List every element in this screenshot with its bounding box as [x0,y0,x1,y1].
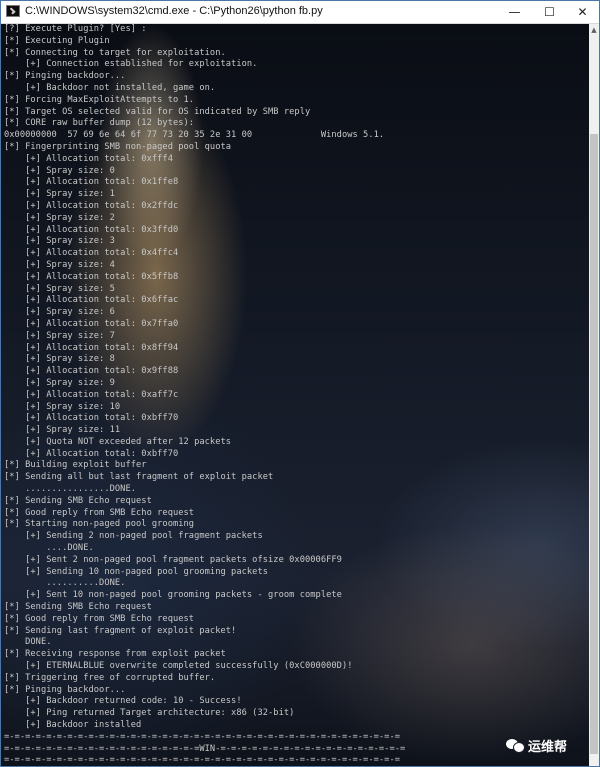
console-line: [*] Forcing MaxExploitAttempts to 1. [4,94,195,105]
console-line: [*] Pinging backdoor... [4,684,126,695]
watermark: 运维帮 [506,735,567,755]
console-line: [+] Allocation total: 0xaff7c [4,389,179,400]
console-line: [*] Executing Plugin [4,35,110,46]
console-line: [+] Sending 10 non-paged pool grooming p… [4,566,269,577]
console-line: [+] Sending 2 non-paged pool fragment pa… [4,531,263,542]
console-line: [+] Spray size: 5 [4,283,115,294]
console-line: [+] Allocation total: 0x1ffe8 [4,177,179,188]
wechat-icon [506,738,525,753]
console-line: [+] Spray size: 7 [4,330,115,341]
console-line: [*] Fingerprinting SMB non-paged pool qu… [4,141,232,152]
console-line: [+] ETERNALBLUE overwrite completed succ… [4,661,353,672]
window-title: C:\WINDOWS\system32\cmd.exe - C:\Python2… [25,5,323,17]
console-line: [+] Quota NOT exceeded after 12 packets [4,436,232,447]
console-line: [*] Connecting to target for exploitatio… [4,47,226,58]
vertical-scrollbar[interactable]: ▲ [589,24,599,766]
console-line: [*] Target OS selected valid for OS indi… [4,106,311,117]
console-line: [+] Allocation total: 0x2ffdc [4,200,179,211]
console-line: [*] CORE raw buffer dump (12 bytes): [4,118,195,129]
scroll-up-arrow-icon[interactable]: ▲ [589,24,599,36]
console-line: ....DONE. [4,543,94,554]
console-output[interactable]: [?] Execute Plugin? [Yes] : [*] Executing… [1,24,589,766]
console-line: [*] Triggering free of corrupted buffer. [4,672,216,683]
console-line: [+] Spray size: 6 [4,307,115,318]
console-line: [+] Ping returned Target architecture: x… [4,708,295,719]
console-line: [*] Building exploit buffer [4,460,147,471]
console-line: [+] Spray size: 0 [4,165,115,176]
console-line: [+] Allocation total: 0x7ffa0 [4,318,179,329]
title-bar[interactable]: C:\WINDOWS\system32\cmd.exe - C:\Python2… [1,1,599,24]
console-line: [+] Allocation total: 0x6ffac [4,295,179,306]
console-line: [+] Spray size: 11 [4,425,121,436]
console-line: [+] Allocation total: 0x8ff94 [4,342,179,353]
console-line: [+] Allocation total: 0xbff70 [4,448,179,459]
console-line: [+] Spray size: 4 [4,259,115,270]
console-line: [*] Good reply from SMB Echo request [4,613,195,624]
console-line: [*] Receiving response from exploit pack… [4,649,226,660]
console-line: [+] Sent 10 non-paged pool grooming pack… [4,590,342,601]
console-line: [*] Starting non-paged pool grooming [4,519,195,530]
watermark-text: 运维帮 [528,739,568,755]
console-line: [+] Spray size: 2 [4,212,115,223]
console-line: [?] Execute Plugin? [Yes] : [4,24,147,34]
console-line: [*] Sending last fragment of exploit pac… [4,625,237,636]
console-line: 0x00000000 57 69 6e 64 6f 77 73 20 35 2e… [4,130,385,141]
console-line: [+] Allocation total: 0xbff70 [4,413,179,424]
console-lines: [?] Execute Plugin? [Yes] : [*] Executing… [4,24,406,766]
console-line: [+] Allocation total: 0xfff4 [4,153,173,164]
console-line: [*] Pinging backdoor... [4,71,126,82]
console-line: [+] Spray size: 8 [4,354,115,365]
console-line: [*] Sending SMB Echo request [4,495,152,506]
console-line: =-=-=-=-=-=-=-=-=-=-=-=-=-=-=-=-=-=-=-=-… [4,731,401,742]
console-line: [+] Backdoor installed [4,720,142,731]
maximize-button[interactable]: ☐ [533,1,566,23]
console-line: =-=-=-=-=-=-=-=-=-=-=-=-=-=-=-=-=-=-=WIN… [4,743,406,754]
console-line: [+] Allocation total: 0x9ff88 [4,366,179,377]
console-line: [+] Sent 2 non-paged pool fragment packe… [4,554,342,565]
console-line: [+] Backdoor returned code: 10 - Success… [4,696,242,707]
console-line: [+] Spray size: 3 [4,236,115,247]
cmd-icon [6,5,20,17]
minimize-button[interactable]: — [498,1,531,23]
console-line: [+] Allocation total: 0x4ffc4 [4,248,179,259]
console-line: [*] Sending SMB Echo request [4,602,152,613]
console-line: =-=-=-=-=-=-=-=-=-=-=-=-=-=-=-=-=-=-=-=-… [4,755,401,766]
console-line: ................DONE. [4,484,137,495]
console-line: [+] Spray size: 10 [4,401,121,412]
console-line: [+] Connection established for exploitat… [4,59,258,70]
console-line: [+] Allocation total: 0x5ffb8 [4,271,179,282]
console-line: [+] Spray size: 9 [4,377,115,388]
console-window: C:\WINDOWS\system32\cmd.exe - C:\Python2… [0,0,600,767]
console-line: [+] Allocation total: 0x3ffd0 [4,224,179,235]
console-line: DONE. [4,637,52,648]
console-line: [+] Backdoor not installed, game on. [4,82,216,93]
console-line: ..........DONE. [4,578,126,589]
console-line: [*] Good reply from SMB Echo request [4,507,195,518]
scrollbar-thumb[interactable] [590,134,598,754]
close-button[interactable]: ✕ [566,1,599,23]
console-line: [+] Spray size: 1 [4,189,115,200]
console-line: [*] Sending all but last fragment of exp… [4,472,274,483]
